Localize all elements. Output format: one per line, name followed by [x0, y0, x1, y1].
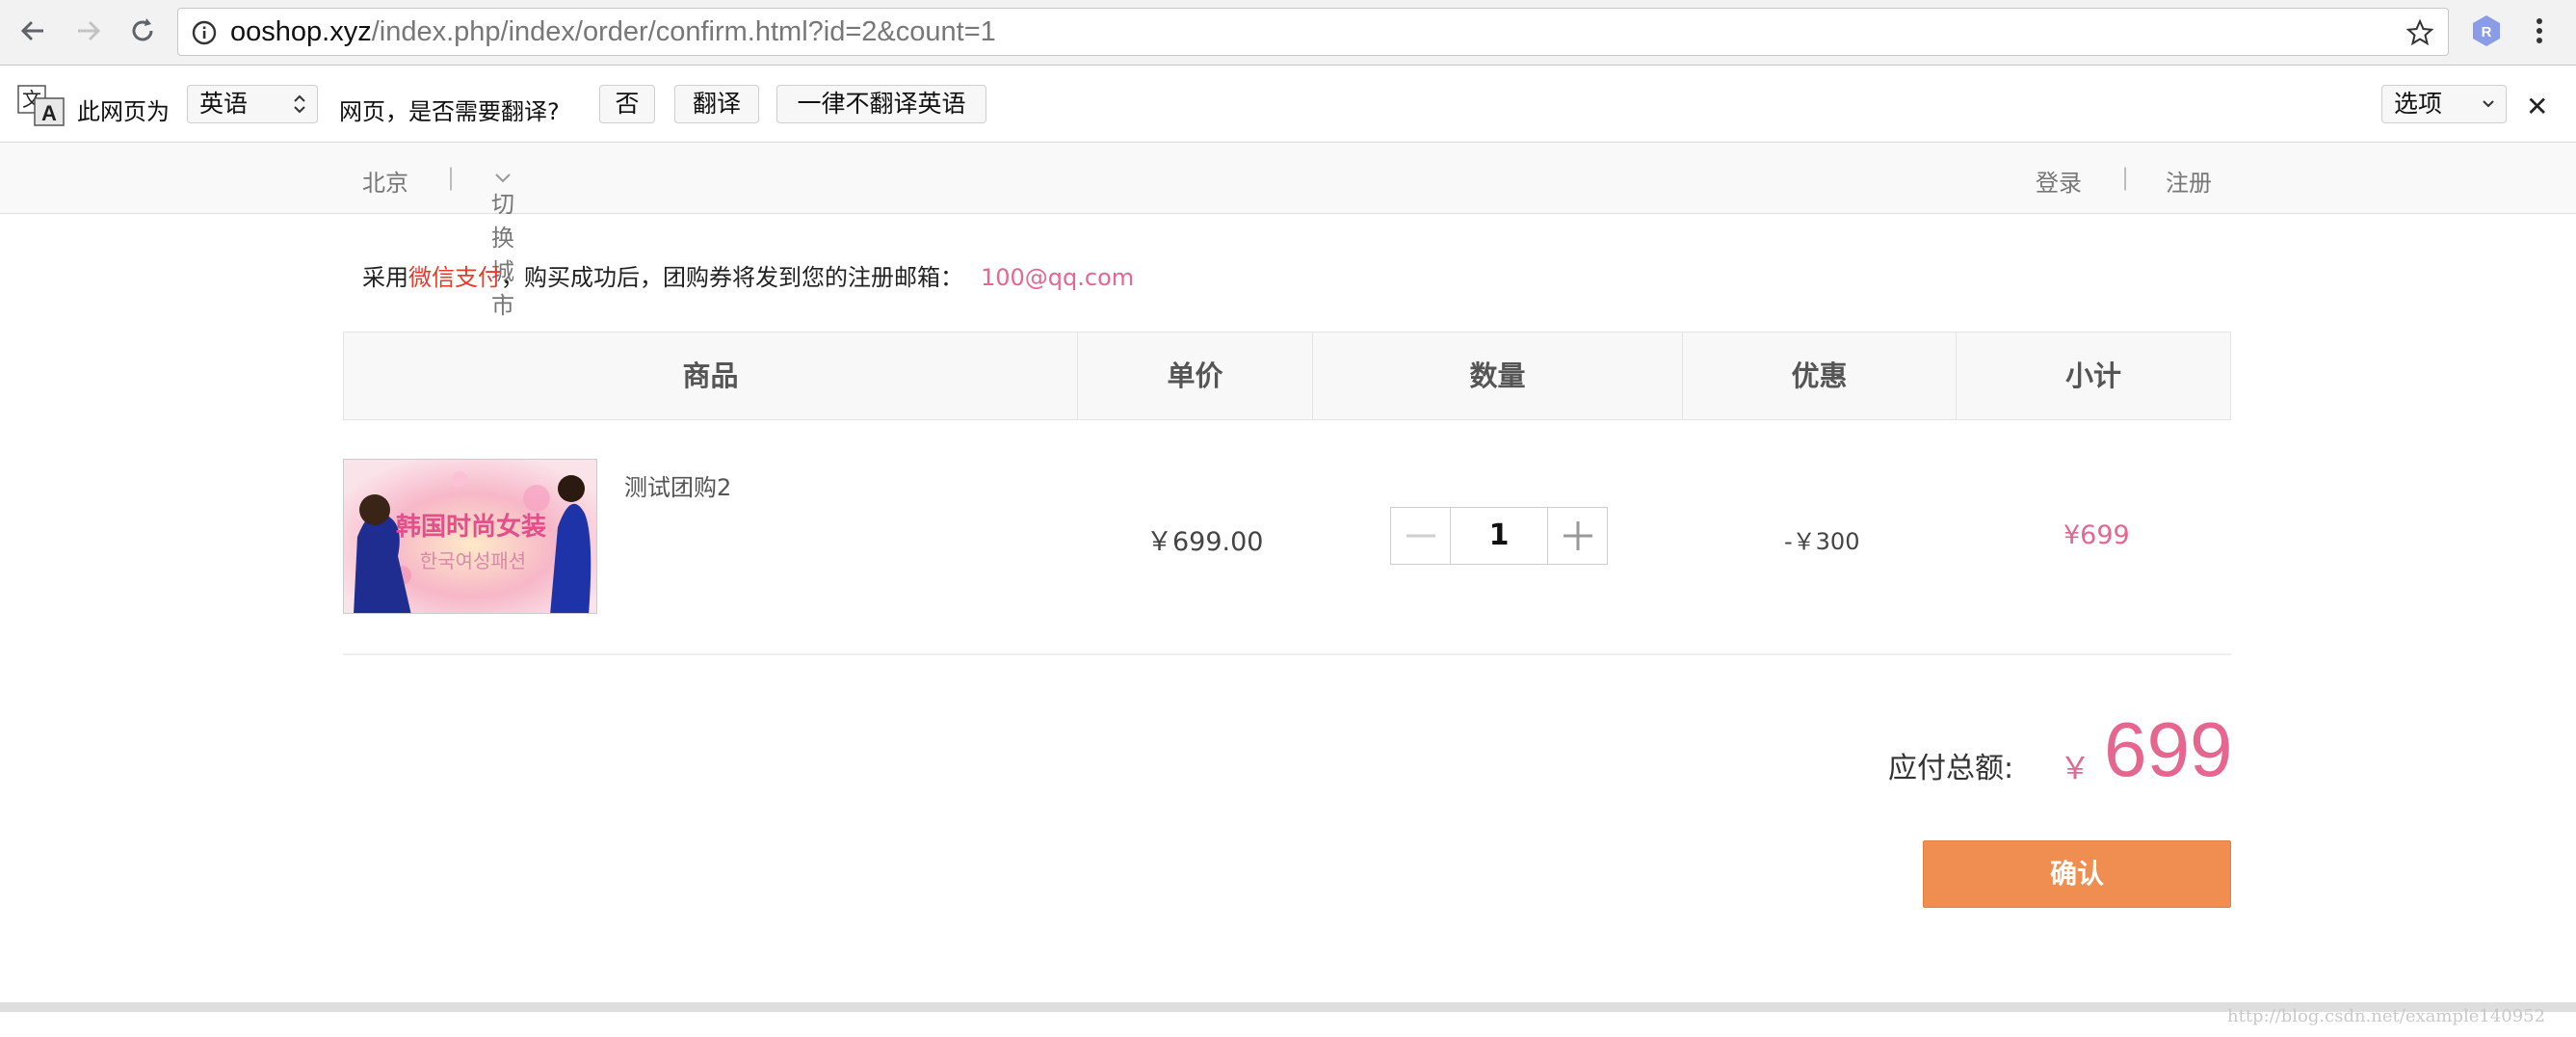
page-bottom-border: [0, 1002, 2576, 1012]
switch-city-link[interactable]: 切换城市: [491, 164, 514, 319]
header-product: 商品: [344, 332, 1078, 419]
back-button[interactable]: [15, 13, 50, 48]
row-divider: [343, 653, 2231, 655]
back-arrow-icon: [20, 20, 43, 41]
payment-notice: 采用微信支付，购买成功后，团购券将发到您的注册邮箱： 100@qq.com: [362, 258, 1134, 292]
reload-button[interactable]: [125, 13, 160, 48]
translate-icon: 文 A: [17, 85, 65, 126]
close-icon[interactable]: ✕: [2526, 91, 2548, 122]
decrease-button[interactable]: [1391, 508, 1451, 564]
translate-bar: 文 A 此网页为 英语 网页，是否需要翻译? 否 翻译 一律不翻译英语 选项 ✕: [0, 66, 2576, 143]
notice-prefix: 采用: [362, 264, 408, 291]
url-host: ooshop.xyz: [230, 16, 372, 47]
url-path: /index.php/index/order/confirm.html?id=2…: [371, 16, 996, 47]
confirm-button[interactable]: 确认: [1923, 840, 2231, 908]
register-link[interactable]: 注册: [2166, 164, 2212, 198]
bookmark-star-icon[interactable]: [2405, 18, 2434, 47]
options-label: 选项: [2394, 90, 2443, 118]
discount-value: -￥300: [1784, 528, 1860, 555]
product-image[interactable]: 韩国时尚女装 한국여성패션: [343, 459, 597, 614]
product-banner: 韩国时尚女装 한국여성패션: [344, 460, 596, 613]
language-value: 英语: [199, 90, 249, 118]
updown-chevron-icon: [294, 94, 305, 114]
product-name[interactable]: 测试团购2: [624, 468, 731, 502]
translate-button[interactable]: 翻译: [674, 85, 759, 123]
translate-question: 网页，是否需要翻译?: [339, 98, 560, 125]
address-bar[interactable]: ooshop.xyz/index.php/index/order/confirm…: [177, 8, 2449, 56]
email-address: 100@qq.com: [981, 264, 1135, 291]
url-text[interactable]: ooshop.xyz/index.php/index/order/confirm…: [230, 9, 996, 55]
svg-text:R: R: [2482, 24, 2492, 40]
payment-method: 微信支付: [408, 264, 501, 291]
translate-prefix: 此网页为: [77, 98, 170, 125]
minus-icon: [1406, 534, 1435, 538]
forward-button[interactable]: [71, 13, 106, 48]
watermark: http://blog.csdn.net/example140952: [2227, 1006, 2546, 1026]
svg-text:A: A: [41, 101, 57, 125]
quantity-input[interactable]: 1: [1451, 508, 1547, 564]
never-translate-button[interactable]: 一律不翻译英语: [776, 85, 986, 123]
total-currency: ￥: [2060, 750, 2091, 786]
city-label: 北京: [362, 170, 408, 197]
subtotal-value: ¥699: [2063, 520, 2130, 550]
no-button[interactable]: 否: [599, 85, 655, 123]
chevron-down-icon: [2483, 100, 2494, 108]
total-label: 应付总额:: [1888, 752, 2014, 785]
separator: |: [2121, 164, 2130, 191]
notice-middle: ，购买成功后，团购券将发到您的注册邮箱：: [501, 264, 963, 291]
options-select[interactable]: 选项: [2381, 85, 2507, 123]
header-quantity: 数量: [1313, 332, 1683, 419]
plus-icon: [1564, 521, 1592, 550]
extension-r-icon[interactable]: R: [2470, 13, 2503, 48]
header-discount: 优惠: [1683, 332, 1957, 419]
header-subtotal: 小计: [2064, 359, 2121, 392]
unit-price: ￥699.00: [1146, 527, 1264, 557]
login-link[interactable]: 登录: [2036, 164, 2082, 198]
browser-toolbar: ooshop.xyz/index.php/index/order/confirm…: [0, 0, 2576, 66]
info-icon[interactable]: [192, 20, 217, 45]
chrome-menu-icon[interactable]: [2530, 13, 2549, 48]
reload-icon: [132, 18, 153, 41]
language-select[interactable]: 英语: [187, 85, 318, 123]
banner-title: 韩国时尚女装: [396, 512, 546, 542]
separator: |: [447, 164, 456, 191]
forward-arrow-icon: [78, 20, 101, 41]
increase-button[interactable]: [1547, 508, 1607, 564]
header-unit-price: 单价: [1078, 332, 1313, 419]
chevron-down-icon: [495, 173, 511, 183]
site-top-bar: 北京 | 切换城市 登录 | 注册: [0, 143, 2576, 319]
order-table-header: 商品 单价 数量 优惠 小计: [343, 332, 2231, 420]
switch-city-label: 切换城市: [491, 191, 514, 319]
total-amount: 699: [2104, 706, 2233, 792]
banner-subtitle: 한국여성패션: [420, 549, 526, 572]
quantity-stepper: 1: [1390, 507, 1608, 565]
